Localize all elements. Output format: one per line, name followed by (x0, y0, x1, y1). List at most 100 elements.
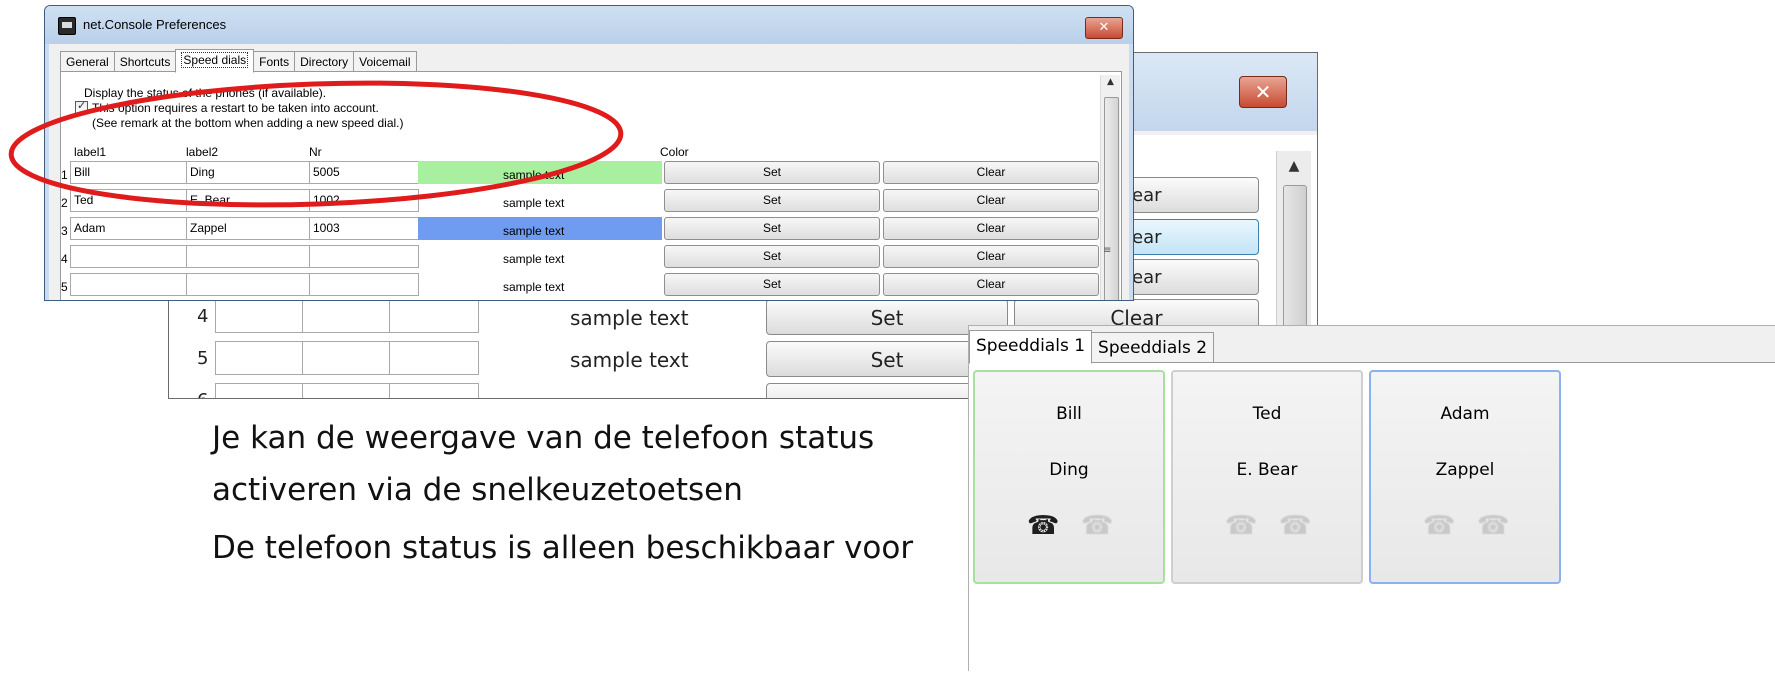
column-header-nr: Nr (309, 145, 322, 159)
label1-field[interactable]: Ted (70, 189, 187, 212)
clear-button[interactable]: ear (1121, 177, 1259, 213)
speed-dial-label1: Bill (1056, 404, 1082, 424)
phone-status-icons: ☎ ☎ (975, 512, 1163, 540)
body-text-line-2: activeren via de snelkeuzetoetsen (212, 472, 743, 508)
scroll-up-arrow-icon[interactable]: ▲ (1277, 151, 1311, 181)
sample-text: sample text (503, 224, 565, 238)
clear-color-button[interactable]: Clear (883, 217, 1099, 240)
clear-color-button[interactable]: Clear (883, 273, 1099, 296)
set-color-button[interactable]: Set (664, 245, 880, 268)
sample-text: sample text (503, 196, 565, 210)
tab-speeddials-2[interactable]: Speeddials 2 (1091, 332, 1215, 364)
speeddials-panel: Bill Ding ☎ ☎ Ted E. Bear ☎ ☎ Adam Zappel … (969, 362, 1775, 673)
label1-field[interactable]: Bill (70, 161, 187, 184)
close-button[interactable]: ✕ (1239, 76, 1287, 108)
label1-field[interactable] (70, 245, 187, 268)
row-number: 1 (61, 168, 68, 182)
label2-field[interactable] (302, 383, 390, 398)
sample-text: sample text (503, 252, 565, 266)
column-header-label1: label1 (74, 145, 107, 159)
nr-field[interactable] (309, 245, 419, 268)
set-color-button[interactable]: Set (664, 217, 880, 240)
row-number: 5 (197, 348, 209, 369)
column-header-label2: label2 (186, 145, 219, 159)
phone-idle-icon: ☎ (1477, 511, 1510, 541)
clear-color-button[interactable]: Clear (883, 245, 1099, 268)
label1-field[interactable] (215, 299, 303, 333)
phone-idle-icon: ☎ (1423, 511, 1456, 541)
clear-color-button[interactable]: Clear (883, 189, 1099, 212)
row-number: 3 (61, 224, 68, 238)
sample-text: sample text (503, 168, 565, 182)
restart-note: This option requires a restart to be tak… (92, 101, 379, 115)
label1-field[interactable] (215, 341, 303, 375)
tab-speeddials-1[interactable]: Speeddials 1 (969, 330, 1093, 364)
phone-idle-icon: ☎ (1081, 511, 1114, 541)
set-color-button[interactable]: Set (664, 161, 880, 184)
status-option-label: Display the status of the phones (if ava… (84, 86, 327, 100)
close-button[interactable]: ✕ (1085, 17, 1123, 39)
speed-dial-button-bill[interactable]: Bill Ding ☎ ☎ (973, 370, 1165, 584)
speeddials-tab-bar: Speeddials 1 Speeddials 2 (969, 330, 1215, 364)
label1-field[interactable] (215, 383, 303, 398)
tab-speed-dials[interactable]: Speed dials (175, 49, 255, 73)
phone-active-icon: ☎ (1027, 511, 1060, 541)
label2-field[interactable]: E. Bear (186, 189, 310, 212)
vertical-scrollbar[interactable]: ▲ ≡ (1100, 75, 1120, 300)
window-title: net.Console Preferences (83, 17, 227, 32)
speed-dial-button-ted[interactable]: Ted E. Bear ☎ ☎ (1171, 370, 1363, 584)
label2-field[interactable] (186, 245, 310, 268)
sample-text: sample text (570, 348, 689, 372)
nr-field[interactable] (389, 383, 479, 398)
label2-field[interactable] (302, 341, 390, 375)
label1-field[interactable]: Adam (70, 217, 187, 240)
body-text-line-1: Je kan de weergave van de telefoon statu… (212, 420, 875, 456)
tab-general[interactable]: General (60, 51, 115, 73)
phone-idle-icon: ☎ (1225, 511, 1258, 541)
row-number: 4 (61, 252, 68, 266)
speed-dial-label2: Ding (1049, 460, 1089, 480)
phone-status-icons: ☎ ☎ (1371, 512, 1559, 540)
tab-label: Speed dials (181, 52, 249, 68)
clear-button[interactable]: ear (1121, 259, 1259, 295)
display-status-checkbox[interactable] (75, 99, 88, 114)
row-number: 6 (197, 390, 208, 398)
set-color-button[interactable]: Set (664, 189, 880, 212)
tab-voicemail[interactable]: Voicemail (353, 51, 417, 73)
nr-field[interactable]: 1003 (309, 217, 419, 240)
speed-dial-label2: E. Bear (1236, 460, 1298, 480)
label2-field[interactable] (186, 273, 310, 296)
tab-shortcuts[interactable]: Shortcuts (113, 51, 177, 73)
scroll-up-arrow-icon[interactable]: ▲ (1101, 77, 1120, 87)
remark-note: (See remark at the bottom when adding a … (92, 116, 404, 130)
phone-status-icons: ☎ ☎ (1173, 512, 1361, 540)
phone-idle-icon: ☎ (1279, 511, 1312, 541)
speed-dials-panel: Display the status of the phones (if ava… (60, 71, 1122, 300)
tab-fonts[interactable]: Fonts (253, 51, 296, 73)
tab-directory[interactable]: Directory (294, 51, 355, 73)
label1-field[interactable] (70, 273, 187, 296)
clear-button[interactable]: ear (1121, 219, 1259, 255)
nr-field[interactable]: 1002 (309, 189, 419, 212)
nr-field[interactable]: 5005 (309, 161, 419, 184)
window-body: General Shortcuts Speed dials Fonts Dire… (49, 44, 1129, 300)
row-number: 5 (61, 280, 68, 294)
app-icon (58, 17, 76, 35)
row-number: 4 (197, 306, 209, 327)
nr-field[interactable] (389, 341, 479, 375)
speed-dial-button-adam[interactable]: Adam Zappel ☎ ☎ (1369, 370, 1561, 584)
scroll-grip-icon: ≡ (1103, 245, 1112, 256)
set-color-button[interactable]: Set (664, 273, 880, 296)
label2-field[interactable]: Zappel (186, 217, 310, 240)
nr-field[interactable] (309, 273, 419, 296)
speed-dial-label1: Ted (1252, 404, 1282, 424)
speed-dial-label1: Adam (1440, 404, 1490, 424)
nr-field[interactable] (389, 299, 479, 333)
column-header-color: Color (660, 145, 689, 159)
label2-field[interactable] (302, 299, 390, 333)
scroll-thumb[interactable] (1104, 97, 1119, 300)
label2-field[interactable]: Ding (186, 161, 310, 184)
preferences-window: net.Console Preferences ✕ General Shortc… (44, 5, 1134, 301)
sample-text: sample text (570, 306, 689, 330)
clear-color-button[interactable]: Clear (883, 161, 1099, 184)
